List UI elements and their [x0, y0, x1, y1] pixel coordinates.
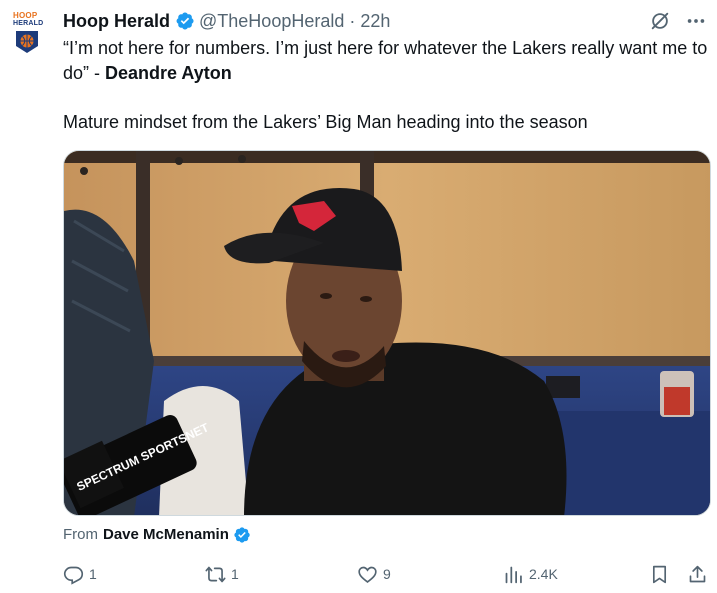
avatar-text-top: HOOP: [13, 11, 38, 20]
heart-icon: [358, 566, 377, 583]
repost-button[interactable]: 1: [205, 562, 239, 586]
tweet-actions: 1 1 9 2.4K: [63, 562, 711, 586]
verified-badge-icon: [234, 527, 250, 543]
account-avatar[interactable]: HOOP HERALD: [13, 12, 43, 54]
like-count: 9: [383, 566, 391, 582]
basketball-shield-icon: [16, 31, 38, 53]
video-attribution: From Dave McMenamin: [63, 525, 251, 545]
avatar-text-bottom: HERALD: [13, 20, 44, 27]
like-button[interactable]: 9: [357, 562, 391, 586]
quote-author: Deandre Ayton: [105, 63, 232, 83]
bookmark-icon: [652, 565, 667, 583]
repost-icon: [205, 566, 226, 582]
tweet-quote-text: “I’m not here for numbers. I’m just here…: [63, 36, 708, 86]
handle[interactable]: @TheHoopHerald: [199, 11, 344, 32]
repost-count: 1: [231, 566, 239, 582]
grok-icon[interactable]: [649, 10, 671, 32]
reply-button[interactable]: 1: [63, 562, 97, 586]
video-thumbnail: SPECTRUM SPORTSNET: [64, 151, 710, 515]
attribution-prefix: From: [63, 526, 98, 543]
tweet-header: Hoop Herald @TheHoopHerald · 22h: [63, 8, 390, 34]
reply-count: 1: [89, 566, 97, 582]
reply-icon: [63, 566, 84, 585]
bookmark-button[interactable]: [649, 562, 675, 586]
more-options-icon[interactable]: [685, 10, 707, 32]
video-media[interactable]: SPECTRUM SPORTSNET: [63, 150, 711, 516]
display-name[interactable]: Hoop Herald: [63, 11, 170, 32]
view-count: 2.4K: [529, 566, 558, 582]
share-button[interactable]: [687, 562, 713, 586]
verified-badge-icon[interactable]: [175, 11, 195, 31]
views-chart-icon: [505, 566, 522, 583]
views-button[interactable]: 2.4K: [503, 562, 558, 586]
separator-dot: ·: [349, 10, 356, 31]
share-icon: [689, 565, 706, 582]
attribution-name[interactable]: Dave McMenamin: [103, 525, 229, 545]
tweet-top-actions: [649, 8, 707, 34]
timestamp[interactable]: 22h: [360, 11, 390, 32]
tweet-caption: Mature mindset from the Lakers’ Big Man …: [63, 112, 588, 132]
